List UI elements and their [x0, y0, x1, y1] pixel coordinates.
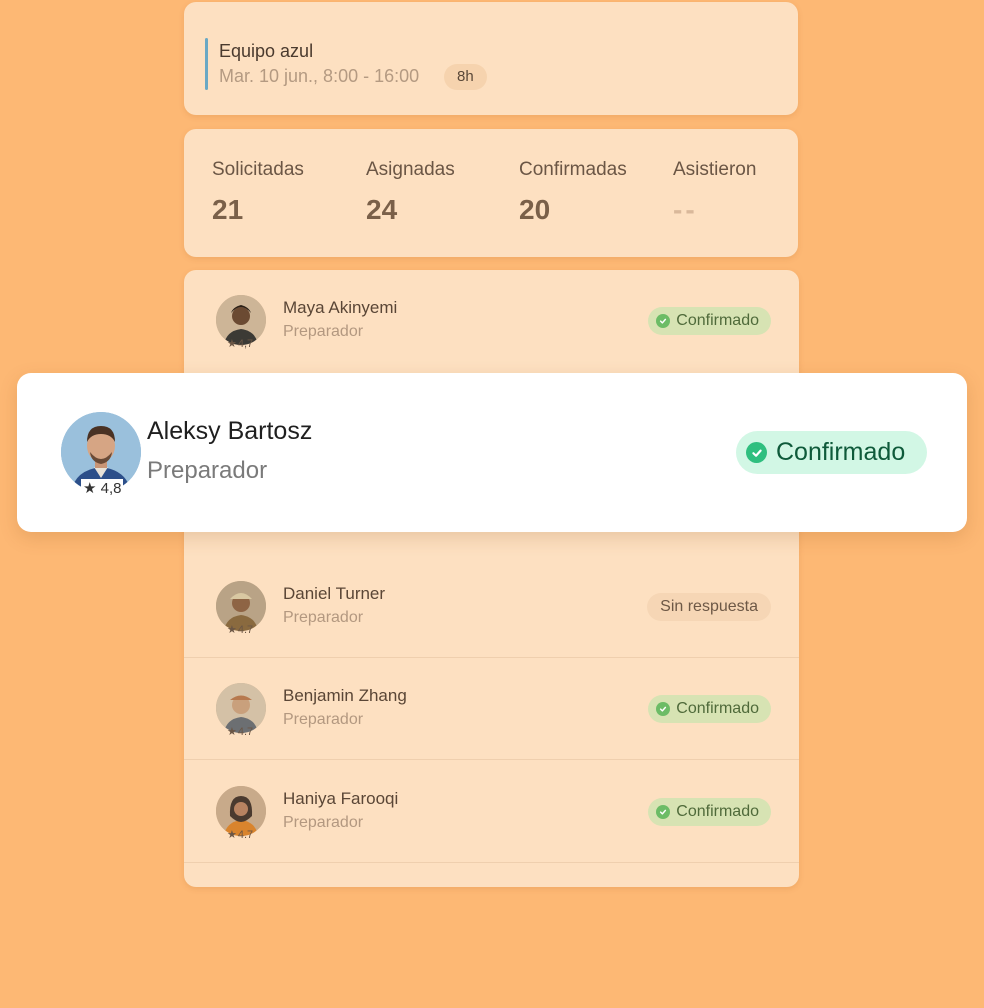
worker-row[interactable]: ★4.7 Haniya Farooqi Preparador Confirmad… — [184, 761, 799, 863]
star-icon: ★ — [83, 480, 97, 497]
shift-hours-badge: 8h — [444, 64, 487, 90]
worker-role: Preparador — [283, 323, 364, 340]
rating: ★4.7 — [227, 726, 254, 738]
worker-role: Preparador — [283, 609, 364, 626]
rating: ★4,7 — [227, 338, 254, 350]
stat-value: 21 — [212, 194, 244, 225]
star-icon: ★ — [227, 624, 237, 636]
row-divider — [184, 862, 799, 863]
stat-label: Asistieron — [673, 159, 757, 180]
worker-list: ★4,7 Maya Akinyemi Preparador Confirmado… — [184, 270, 799, 887]
worker-name: Aleksy Bartosz — [147, 417, 313, 445]
status-badge: Confirmado — [736, 431, 927, 474]
stat-value: -- — [673, 194, 698, 225]
star-icon: ★ — [227, 726, 237, 738]
star-icon: ★ — [227, 338, 237, 350]
worker-row[interactable]: ★4.7 Benjamin Zhang Preparador Confirmad… — [184, 658, 799, 760]
stat-label: Solicitadas — [212, 159, 304, 180]
stat-value: 24 — [366, 194, 398, 225]
shift-card: Equipo azul Mar. 10 jun., 8:00 - 16:00 8… — [184, 2, 798, 115]
team-color-bar — [205, 38, 208, 90]
worker-name: Maya Akinyemi — [283, 298, 398, 317]
stat-label: Asignadas — [366, 159, 455, 180]
status-badge: Confirmado — [648, 695, 771, 723]
team-name: Equipo azul — [219, 41, 314, 61]
stat-label: Confirmadas — [519, 159, 627, 180]
check-icon — [656, 702, 671, 716]
worker-role: Preparador — [283, 711, 364, 728]
worker-name: Haniya Farooqi — [283, 789, 399, 808]
stat-requested: Solicitadas 21 — [212, 159, 304, 226]
worker-role: Preparador — [147, 457, 268, 484]
stat-value: 20 — [519, 194, 551, 225]
check-icon — [656, 314, 671, 328]
rating: ★ 4,8 — [81, 479, 124, 497]
worker-role: Preparador — [283, 814, 364, 831]
stat-confirmed: Confirmadas 20 — [519, 159, 627, 226]
stat-assigned: Asignadas 24 — [366, 159, 455, 226]
stats-card: Solicitadas 21 Asignadas 24 Confirmadas … — [184, 129, 798, 257]
worker-row[interactable]: ★4.7 Daniel Turner Preparador Sin respue… — [184, 556, 799, 658]
status-badge: Sin respuesta — [647, 593, 771, 621]
row-divider — [184, 759, 799, 760]
star-icon: ★ — [227, 829, 237, 841]
status-badge: Confirmado — [648, 307, 771, 335]
highlighted-worker-card[interactable]: ★ 4,8 Aleksy Bartosz Preparador Confirma… — [17, 373, 967, 532]
worker-name: Daniel Turner — [283, 584, 386, 603]
rating: ★4.7 — [227, 624, 254, 636]
rating: ★4.7 — [227, 829, 254, 841]
status-badge: Confirmado — [648, 798, 771, 826]
shift-datetime: Mar. 10 jun., 8:00 - 16:00 — [219, 66, 420, 86]
check-icon — [656, 805, 671, 819]
stat-attended: Asistieron -- — [673, 159, 756, 226]
worker-name: Benjamin Zhang — [283, 686, 407, 705]
check-icon — [746, 442, 767, 463]
worker-row[interactable]: ★4,7 Maya Akinyemi Preparador Confirmado — [184, 270, 799, 372]
